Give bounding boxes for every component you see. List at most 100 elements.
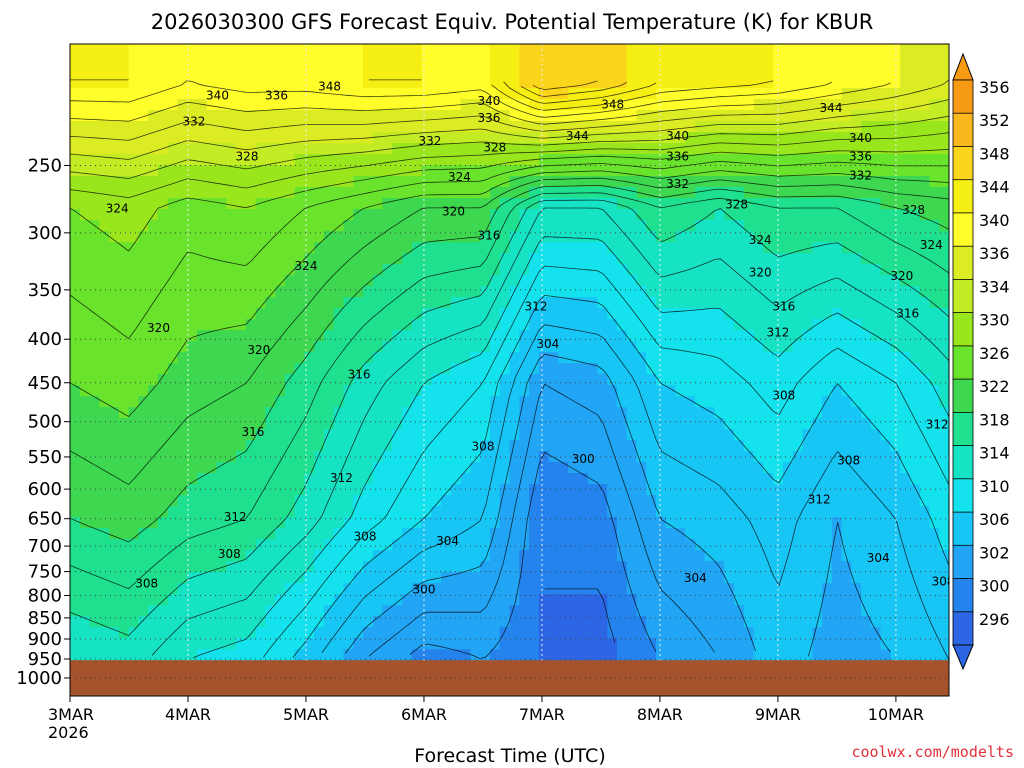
theta-e-cell — [226, 308, 237, 320]
theta-e-cell — [656, 242, 667, 254]
theta-e-cell — [353, 198, 364, 210]
theta-e-cell — [216, 77, 227, 89]
theta-e-cell — [499, 88, 511, 100]
theta-e-cell — [138, 495, 149, 507]
theta-e-cell — [392, 451, 403, 463]
theta-e-cell — [245, 374, 257, 386]
theta-e-cell — [900, 627, 911, 639]
theta-e-cell — [392, 396, 403, 408]
theta-e-cell — [558, 143, 569, 155]
theta-e-cell — [314, 605, 325, 617]
theta-e-cell — [392, 44, 403, 56]
theta-e-cell — [343, 297, 354, 309]
theta-e-cell — [577, 561, 589, 573]
theta-e-cell — [353, 638, 364, 650]
theta-e-cell — [421, 627, 432, 639]
theta-e-cell — [382, 275, 393, 287]
theta-e-cell — [177, 627, 188, 639]
theta-e-cell — [353, 99, 364, 111]
theta-e-cell — [812, 297, 823, 309]
theta-e-cell — [802, 55, 813, 67]
theta-e-cell — [490, 583, 501, 595]
theta-e-cell — [392, 473, 403, 485]
theta-e-cell — [851, 528, 862, 540]
theta-e-cell — [187, 253, 198, 265]
theta-e-cell — [646, 132, 657, 144]
theta-e-cell — [148, 550, 159, 562]
theta-e-cell — [265, 418, 276, 430]
theta-e-cell — [831, 143, 843, 155]
theta-e-cell — [802, 594, 813, 606]
theta-e-cell — [157, 539, 169, 551]
theta-e-cell — [597, 649, 608, 661]
theta-e-cell — [294, 374, 305, 386]
theta-e-cell — [118, 286, 130, 298]
theta-e-cell — [665, 528, 677, 540]
theta-e-cell — [929, 539, 940, 551]
theta-e-cell — [695, 506, 706, 518]
theta-e-cell — [636, 110, 647, 122]
theta-e-cell — [236, 440, 247, 452]
theta-e-cell — [753, 319, 765, 331]
theta-e-cell — [656, 649, 667, 661]
theta-e-cell — [704, 220, 716, 232]
theta-e-cell — [323, 407, 335, 419]
theta-e-cell — [909, 638, 921, 650]
theta-e-cell — [919, 583, 931, 595]
theta-e-cell — [118, 121, 130, 133]
theta-e-cell — [353, 627, 364, 639]
theta-e-cell — [353, 605, 364, 617]
theta-e-cell — [372, 407, 384, 419]
theta-e-cell — [929, 253, 940, 265]
theta-e-cell — [656, 308, 667, 320]
theta-e-cell — [538, 110, 550, 122]
theta-e-cell — [421, 473, 432, 485]
theta-e-cell — [587, 319, 598, 331]
theta-e-cell — [616, 374, 628, 386]
theta-e-cell — [831, 473, 843, 485]
theta-e-cell — [870, 341, 882, 353]
theta-e-cell — [187, 220, 198, 232]
theta-e-cell — [363, 88, 374, 100]
theta-e-cell — [294, 385, 305, 397]
theta-e-cell — [587, 517, 598, 529]
theta-e-cell — [568, 308, 579, 320]
theta-e-cell — [558, 66, 569, 78]
theta-e-cell — [79, 352, 91, 364]
theta-e-cell — [822, 176, 833, 188]
theta-e-cell — [382, 110, 393, 122]
theta-e-cell — [724, 385, 735, 397]
theta-e-field — [70, 44, 949, 661]
theta-e-cell — [431, 66, 442, 78]
theta-e-cell — [919, 121, 931, 133]
theta-e-cell — [197, 484, 208, 496]
theta-e-cell — [70, 429, 81, 441]
theta-e-cell — [822, 638, 833, 650]
theta-e-cell — [665, 341, 677, 353]
theta-e-cell — [372, 330, 384, 342]
theta-e-cell — [597, 528, 608, 540]
theta-e-cell — [441, 99, 452, 111]
theta-e-cell — [822, 209, 833, 221]
theta-e-cell — [870, 110, 882, 122]
theta-e-cell — [841, 528, 852, 540]
theta-e-cell — [236, 121, 247, 133]
theta-e-cell — [919, 451, 931, 463]
theta-e-cell — [880, 198, 891, 210]
theta-e-cell — [118, 275, 130, 287]
theta-e-cell — [265, 627, 276, 639]
theta-e-cell — [929, 220, 940, 232]
theta-e-cell — [841, 484, 852, 496]
theta-e-cell — [167, 451, 179, 463]
theta-e-cell — [724, 275, 735, 287]
theta-e-cell — [919, 484, 931, 496]
theta-e-cell — [363, 121, 374, 133]
theta-e-cell — [900, 374, 911, 386]
theta-e-cell — [685, 66, 696, 78]
theta-e-cell — [763, 473, 774, 485]
theta-e-cell — [79, 297, 91, 309]
theta-e-cell — [402, 506, 413, 518]
theta-e-cell — [900, 638, 911, 650]
theta-e-cell — [880, 132, 891, 144]
theta-e-cell — [607, 286, 618, 298]
